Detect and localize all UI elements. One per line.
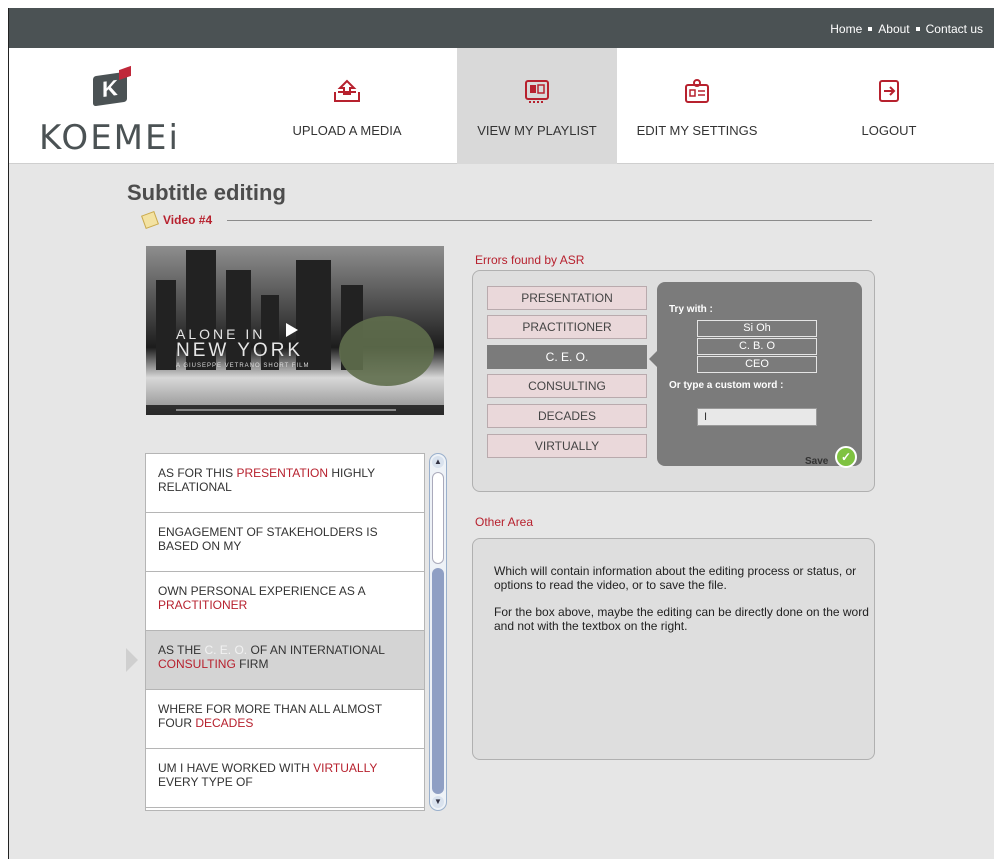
subtitle-text: FIRM: [235, 657, 269, 671]
error-word-button[interactable]: DECADES: [487, 404, 647, 428]
video-title-line3: A GIUSEPPE VETRANO SHORT FILM: [176, 363, 310, 369]
suggestion-button[interactable]: CEO: [697, 356, 817, 373]
contact-link[interactable]: Contact us: [926, 22, 983, 36]
subtitle-text: EVERY TYPE OF: [158, 775, 253, 789]
header: K KOEMEi UPLOAD A MEDIA VIEW MY PLAYLIST: [9, 48, 994, 164]
upload-icon: [334, 79, 360, 102]
logo[interactable]: K KOEMEi: [39, 56, 178, 158]
subtitle-error-word[interactable]: CONSULTING: [158, 657, 236, 671]
separator-icon: [915, 27, 920, 31]
scroll-up-icon[interactable]: ▲: [432, 456, 444, 468]
nav-label: LOGOUT: [861, 123, 917, 138]
app-frame: Home About Contact us K KOEMEi UPLOAD A …: [8, 8, 994, 859]
nav-label: VIEW MY PLAYLIST: [477, 123, 597, 138]
nav-upload-media[interactable]: UPLOAD A MEDIA: [267, 48, 427, 164]
about-link[interactable]: About: [878, 22, 909, 36]
page-title: Subtitle editing: [127, 180, 286, 205]
video-scenery: [339, 316, 434, 386]
subtitle-error-word[interactable]: PRESENTATION: [236, 466, 328, 480]
error-word-button[interactable]: PRESENTATION: [487, 286, 647, 310]
settings-icon: [685, 79, 709, 103]
subtitle-row-active[interactable]: AS THE C. E. O. OF AN INTERNATIONAL CONS…: [146, 631, 424, 690]
separator-icon: [868, 27, 873, 31]
correction-box: Try with : Si Oh C. B. O CEO Or type a c…: [657, 282, 862, 468]
error-word-button[interactable]: CONSULTING: [487, 374, 647, 398]
subtitle-text: OWN PERSONAL EXPERIENCE AS A: [158, 584, 365, 598]
video-label: Video #4: [141, 211, 213, 229]
subtitle-row[interactable]: WHERE FOR MORE THAN ALL ALMOST FOUR DECA…: [146, 690, 424, 749]
video-scenery: [156, 280, 176, 370]
video-progress-bar[interactable]: [176, 409, 396, 411]
subtitle-scrollbar[interactable]: ▲ ▼: [429, 453, 447, 811]
subtitle-row[interactable]: UM I HAVE WORKED WITH VIRTUALLY EVERY TY…: [146, 749, 424, 808]
title-divider: [227, 220, 872, 221]
subtitle-list: AS FOR THIS PRESENTATION HIGHLY RELATION…: [145, 453, 425, 811]
suggestion-button[interactable]: Si Oh: [697, 320, 817, 337]
try-with-label: Try with :: [669, 304, 713, 315]
other-area-title: Other Area: [475, 515, 534, 529]
nav-label: UPLOAD A MEDIA: [292, 123, 402, 138]
scroll-down-icon[interactable]: ▼: [432, 796, 444, 808]
subtitle-text: ENGAGEMENT OF STAKEHOLDERS IS BASED ON M…: [158, 525, 378, 553]
nav-edit-settings[interactable]: EDIT MY SETTINGS: [617, 48, 777, 164]
subtitle-error-word[interactable]: PRACTITIONER: [158, 598, 247, 612]
top-bar: Home About Contact us: [9, 8, 994, 48]
subtitle-text: AS THE: [158, 643, 205, 657]
other-area-text: Which will contain information about the…: [494, 564, 874, 646]
other-area-paragraph: For the box above, maybe the editing can…: [494, 605, 869, 633]
other-area-paragraph: Which will contain information about the…: [494, 564, 857, 592]
video-title-line2: NEW YORK: [176, 340, 304, 361]
pencil-icon: [141, 211, 159, 229]
error-word-button[interactable]: PRACTITIONER: [487, 315, 647, 339]
subtitle-row[interactable]: AS FOR THIS PRESENTATION HIGHLY RELATION…: [146, 454, 424, 513]
scrollbar-thumb[interactable]: [432, 472, 444, 564]
playlist-icon: [525, 80, 549, 103]
logout-icon: [879, 80, 899, 102]
save-check-icon[interactable]: ✓: [835, 446, 857, 468]
subtitle-row[interactable]: ENGAGEMENT OF STAKEHOLDERS IS BASED ON M…: [146, 513, 424, 572]
play-icon[interactable]: [286, 323, 298, 337]
video-player[interactable]: ALONE IN NEW YORK A GIUSEPPE VETRANO SHO…: [146, 246, 444, 415]
save-label[interactable]: Save: [805, 456, 828, 467]
errors-section-title: Errors found by ASR: [475, 253, 585, 267]
video-label-text: Video #4: [163, 213, 213, 227]
nav-logout[interactable]: LOGOUT: [809, 48, 969, 164]
custom-word-label: Or type a custom word :: [669, 380, 784, 391]
subtitle-text: OF AN INTERNATIONAL: [247, 643, 385, 657]
subtitle-text: WHERE FOR MORE THAN ALL ALMOST FOUR: [158, 702, 382, 730]
error-word-button[interactable]: VIRTUALLY: [487, 434, 647, 458]
custom-word-input[interactable]: I: [697, 408, 817, 426]
suggestion-button[interactable]: C. B. O: [697, 338, 817, 355]
subtitle-text: AS FOR THIS: [158, 466, 237, 480]
scrollbar-track-lower[interactable]: [432, 568, 444, 794]
error-word-button-selected[interactable]: C. E. O.: [487, 345, 647, 369]
video-controls[interactable]: [146, 405, 444, 415]
logo-wordmark: KOEMEi: [39, 118, 180, 158]
subtitle-error-word[interactable]: VIRTUALLY: [313, 761, 377, 775]
nav-view-playlist[interactable]: VIEW MY PLAYLIST: [457, 48, 617, 164]
subtitle-row[interactable]: OWN PERSONAL EXPERIENCE AS A PRACTITIONE…: [146, 572, 424, 631]
current-row-pointer-icon: [126, 648, 138, 672]
subtitle-error-word[interactable]: DECADES: [195, 716, 253, 730]
home-link[interactable]: Home: [830, 22, 862, 36]
subtitle-text: UM I HAVE WORKED WITH: [158, 761, 314, 775]
nav-label: EDIT MY SETTINGS: [636, 123, 758, 138]
subtitle-error-word-selected[interactable]: C. E. O.: [204, 643, 247, 657]
top-links: Home About Contact us: [830, 22, 983, 36]
